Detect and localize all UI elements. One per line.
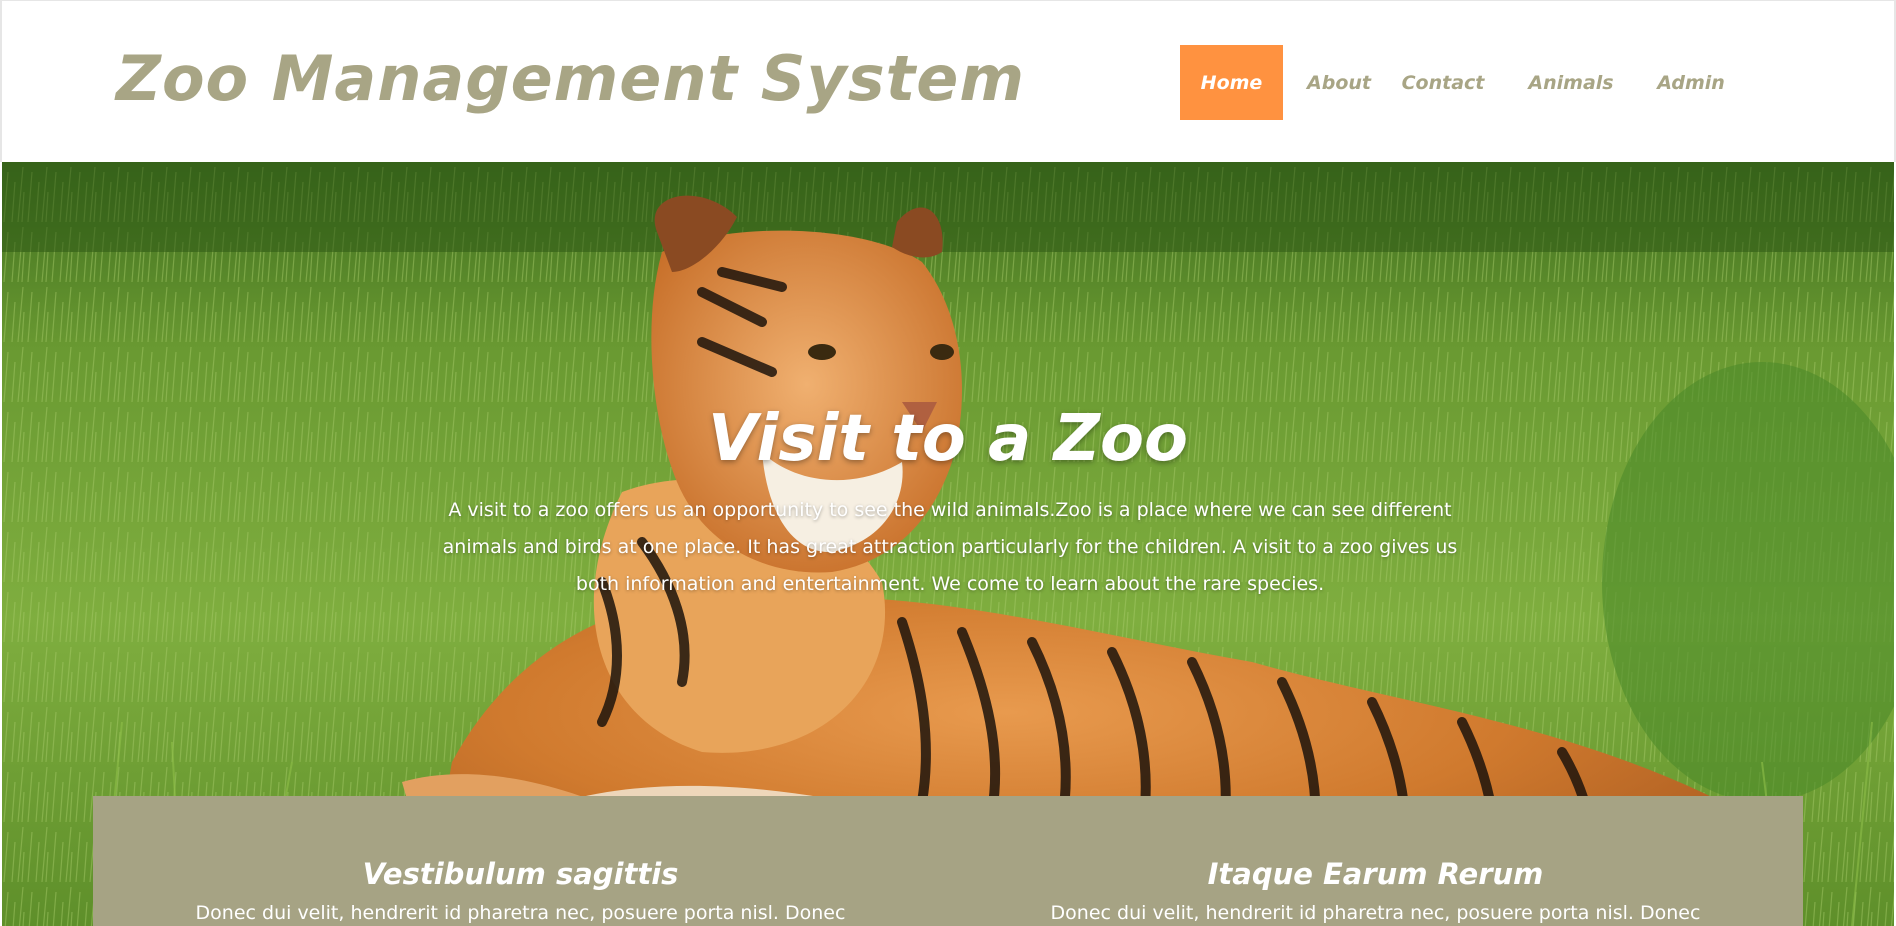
nav-contact-link[interactable]: Contact [1398, 45, 1488, 120]
feature-title: Vestibulum sagittis [362, 857, 679, 891]
feature-card: Vestibulum sagittis Donec dui velit, hen… [93, 796, 948, 926]
hero-heading: Visit to a Zoo [708, 402, 1188, 476]
main-nav: Home About Contact Animals Admin [1180, 45, 1726, 120]
nav-admin-link[interactable]: Admin [1656, 45, 1726, 120]
nav-about-link[interactable]: About [1305, 45, 1373, 120]
features-panel: Vestibulum sagittis Donec dui velit, hen… [93, 796, 1803, 926]
site-title[interactable]: Zoo Management System [116, 39, 1025, 119]
site-header: Zoo Management System Home About Contact… [0, 0, 1896, 162]
feature-title: Itaque Earum Rerum [1207, 857, 1544, 891]
nav-home-link[interactable]: Home [1180, 45, 1283, 120]
nav-animals-link[interactable]: Animals [1528, 45, 1614, 120]
feature-text: Donec dui velit, hendrerit id pharetra n… [195, 902, 846, 924]
feature-text: Donec dui velit, hendrerit id pharetra n… [1050, 902, 1701, 924]
feature-card: Itaque Earum Rerum Donec dui velit, hend… [948, 796, 1803, 926]
hero-description: A visit to a zoo offers us an opportunit… [442, 499, 1458, 595]
